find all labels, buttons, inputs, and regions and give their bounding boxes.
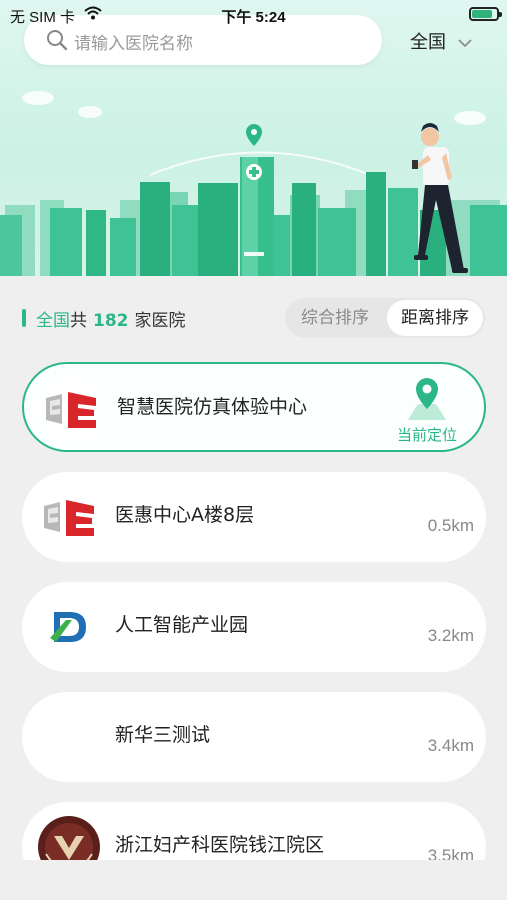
hospital-count: 182 [93, 311, 129, 331]
list-item[interactable]: 浙江妇产科医院钱江院区 3.5km [22, 802, 486, 860]
hospital-logo [36, 814, 102, 860]
hospital-name: 医惠中心A楼8层 [115, 504, 255, 526]
summary-scope: 全国 [36, 311, 70, 331]
location-pin-icon [408, 378, 446, 420]
hospital-logo [38, 376, 104, 442]
battery-icon [469, 7, 502, 21]
summary-suffix: 家医院 [134, 311, 186, 331]
hospital-distance: 3.5km [427, 846, 474, 860]
hospital-distance: 0.5km [427, 516, 474, 535]
hospital-distance: 3.4km [427, 736, 474, 755]
list-item[interactable]: 人工智能产业园 3.2km [22, 582, 486, 672]
region-selector[interactable]: 全国 [410, 28, 472, 54]
search-input[interactable]: 请输入医院名称 [74, 29, 193, 54]
status-bar: 无 SIM 卡 下午 5:24 [0, 0, 507, 30]
accent-bar [22, 309, 26, 327]
region-label: 全国 [410, 32, 446, 53]
summary-text: 全国共 182 家医院 [36, 306, 186, 331]
summary-prefix: 共 [70, 311, 87, 331]
hospital-name: 智慧医院仿真体验中心 [117, 396, 308, 418]
sort-toggle: 综合排序 距离排序 [285, 298, 485, 338]
current-location-button[interactable]: 当前定位 [392, 374, 462, 444]
hospital-logo [36, 594, 102, 660]
hospital-logo [36, 484, 102, 550]
list-item[interactable]: 医惠中心A楼8层 0.5km [22, 472, 486, 562]
current-location-label: 当前定位 [396, 426, 457, 444]
hospital-name: 浙江妇产科医院钱江院区 [115, 834, 325, 856]
search-icon [47, 30, 68, 51]
hospital-list: 智慧医院仿真体验中心 当前定位 医惠中心A楼8层 0.5km 人工智能产业园 3… [0, 360, 507, 860]
sort-option-distance[interactable]: 距离排序 [387, 300, 483, 336]
list-item[interactable]: 智慧医院仿真体验中心 当前定位 [22, 362, 486, 452]
chevron-down-icon [458, 39, 472, 47]
hospital-name: 新华三测试 [115, 724, 211, 746]
clock: 下午 5:24 [221, 9, 286, 26]
hospital-name: 人工智能产业园 [115, 614, 249, 636]
list-item[interactable]: 新华三测试 3.4km [22, 692, 486, 782]
hospital-distance: 3.2km [427, 626, 474, 645]
sort-option-comprehensive[interactable]: 综合排序 [285, 298, 385, 338]
